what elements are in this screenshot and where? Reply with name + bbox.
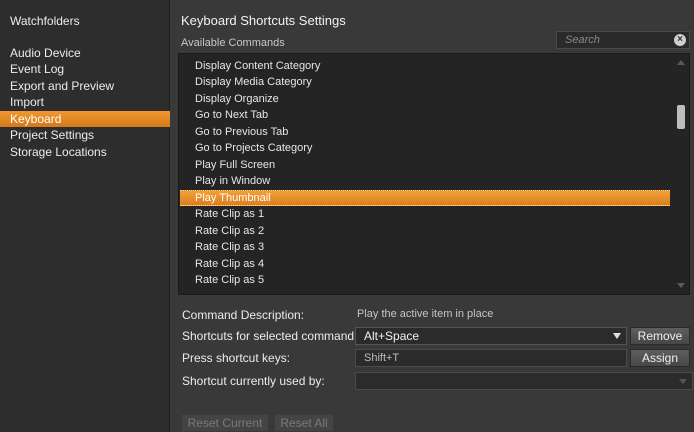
scroll-up-icon[interactable] bbox=[677, 60, 685, 65]
list-item[interactable]: Display Content Category bbox=[180, 58, 670, 74]
shortcut-keys-input-value: Shift+T bbox=[364, 352, 400, 364]
assign-button[interactable]: Assign bbox=[630, 349, 690, 367]
commands-list[interactable]: Display Content Category Display Media C… bbox=[178, 53, 690, 295]
shortcuts-dropdown[interactable]: Alt+Space bbox=[355, 327, 627, 345]
list-item[interactable]: Rate Clip as 3 bbox=[180, 239, 670, 255]
list-item[interactable]: Go to Projects Category bbox=[180, 140, 670, 156]
chevron-down-icon bbox=[679, 379, 687, 384]
sidebar-item-keyboard[interactable]: Keyboard bbox=[0, 111, 170, 127]
keyboard-settings-window: Watchfolders Audio Device Event Log Expo… bbox=[0, 0, 694, 432]
sidebar-item-watchfolders[interactable]: Watchfolders bbox=[0, 13, 170, 29]
sidebar-item-export-and-preview[interactable]: Export and Preview bbox=[0, 78, 170, 94]
list-item-selected[interactable]: Play Thumbnail bbox=[180, 190, 670, 206]
sidebar-item-audio-device[interactable]: Audio Device bbox=[0, 45, 170, 61]
page-title: Keyboard Shortcuts Settings bbox=[181, 13, 346, 28]
chevron-down-icon bbox=[613, 333, 621, 339]
reset-all-button[interactable]: Reset All bbox=[274, 414, 334, 432]
clear-search-icon[interactable]: × bbox=[674, 34, 686, 46]
list-item[interactable]: Play in Window bbox=[180, 173, 670, 189]
shortcut-used-by-label: Shortcut currently used by: bbox=[182, 374, 325, 388]
sidebar-item-storage-locations[interactable]: Storage Locations bbox=[0, 144, 170, 160]
shortcuts-dropdown-value: Alt+Space bbox=[364, 329, 420, 343]
list-item[interactable]: Rate Clip as 4 bbox=[180, 256, 670, 272]
list-item[interactable]: Rate Clip as 2 bbox=[180, 223, 670, 239]
settings-sidebar: Watchfolders Audio Device Event Log Expo… bbox=[0, 0, 170, 432]
shortcut-used-by-dropdown[interactable] bbox=[355, 372, 693, 390]
command-description-value: Play the active item in place bbox=[357, 308, 494, 320]
scrollbar-thumb[interactable] bbox=[677, 105, 685, 129]
list-item[interactable]: Play Full Screen bbox=[180, 157, 670, 173]
search-placeholder: Search bbox=[565, 34, 600, 46]
press-shortcut-keys-label: Press shortcut keys: bbox=[182, 351, 291, 365]
list-item[interactable]: Display Organize bbox=[180, 91, 670, 107]
list-item[interactable]: Go to Previous Tab bbox=[180, 124, 670, 140]
list-item[interactable]: Go to Next Tab bbox=[180, 107, 670, 123]
available-commands-label: Available Commands bbox=[181, 37, 285, 49]
list-item[interactable]: Display Media Category bbox=[180, 74, 670, 90]
remove-button[interactable]: Remove bbox=[630, 327, 690, 345]
search-input[interactable]: Search × bbox=[556, 31, 690, 49]
sidebar-item-import[interactable]: Import bbox=[0, 94, 170, 110]
command-description-label: Command Description: bbox=[182, 308, 305, 322]
list-item[interactable]: Rate Clip as 1 bbox=[180, 206, 670, 222]
scroll-down-icon[interactable] bbox=[677, 283, 685, 288]
shortcut-keys-input[interactable]: Shift+T bbox=[355, 349, 627, 367]
reset-current-button[interactable]: Reset Current bbox=[181, 414, 269, 432]
commands-scrollbar[interactable] bbox=[673, 54, 689, 294]
sidebar-item-event-log[interactable]: Event Log bbox=[0, 61, 170, 77]
keyboard-shortcuts-panel: Keyboard Shortcuts Settings Available Co… bbox=[171, 0, 694, 432]
shortcuts-label: Shortcuts for selected command: bbox=[182, 329, 358, 343]
list-item[interactable]: Rate Clip as 5 bbox=[180, 272, 670, 288]
sidebar-item-project-settings[interactable]: Project Settings bbox=[0, 127, 170, 143]
